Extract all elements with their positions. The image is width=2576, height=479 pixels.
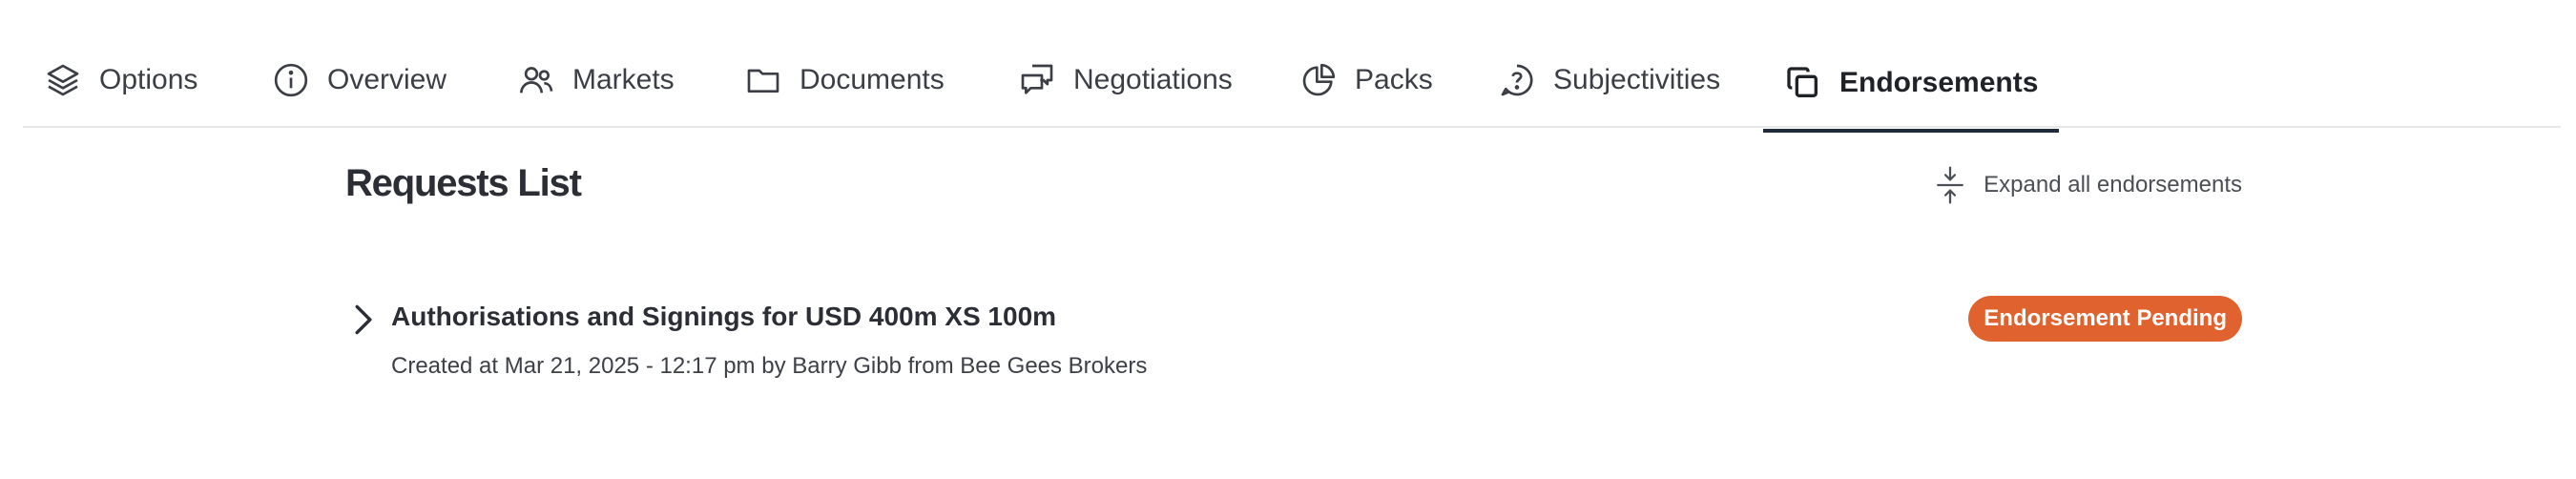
- tab-label: Documents: [800, 64, 945, 95]
- expand-all-label: Expand all endorsements: [1984, 172, 2242, 198]
- tab-label: Overview: [327, 64, 447, 95]
- tab-negotiations[interactable]: Negotiations: [1018, 61, 1233, 128]
- users-icon: [517, 61, 555, 99]
- tab-bar: Options Overview Markets Documents Negot…: [23, 38, 2561, 133]
- tab-label: Markets: [572, 64, 675, 95]
- tab-options[interactable]: Options: [44, 61, 197, 128]
- tab-label: Options: [99, 64, 198, 95]
- expand-all-button[interactable]: Expand all endorsements: [1934, 166, 2242, 204]
- info-icon: [272, 61, 310, 99]
- page-title: Requests List: [345, 162, 582, 204]
- expand-vertical-icon: [1937, 166, 1964, 204]
- folder-icon: [744, 61, 782, 99]
- tab-label: Packs: [1355, 64, 1433, 95]
- request-title: Authorisations and Signings for USD 400m…: [391, 302, 1057, 331]
- tab-endorsements[interactable]: Endorsements: [1762, 64, 2060, 133]
- request-item[interactable]: Authorisations and Signings for USD 400m…: [343, 296, 2242, 401]
- tab-overview[interactable]: Overview: [272, 61, 447, 128]
- request-meta: Created at Mar 21, 2025 - 12:17 pm by Ba…: [391, 353, 1148, 379]
- tab-subjectivities[interactable]: Subjectivities: [1498, 61, 1720, 128]
- requests-panel: Requests List Expand all endorsements Au…: [343, 153, 2242, 458]
- tab-packs[interactable]: Packs: [1299, 61, 1433, 128]
- tab-documents[interactable]: Documents: [744, 61, 945, 128]
- status-badge: Endorsement Pending: [1968, 296, 2242, 342]
- tab-label: Endorsements: [1839, 67, 2039, 98]
- chat-bubbles-icon: [1018, 61, 1056, 99]
- layers-icon: [44, 61, 82, 99]
- tab-label: Subjectivities: [1553, 64, 1721, 95]
- chevron-right-icon[interactable]: [351, 303, 376, 336]
- copy-icon: [1784, 64, 1822, 102]
- tab-markets[interactable]: Markets: [517, 61, 675, 128]
- question-bubble-icon: [1498, 61, 1536, 99]
- pie-chart-icon: [1299, 61, 1338, 99]
- tab-label: Negotiations: [1073, 64, 1233, 95]
